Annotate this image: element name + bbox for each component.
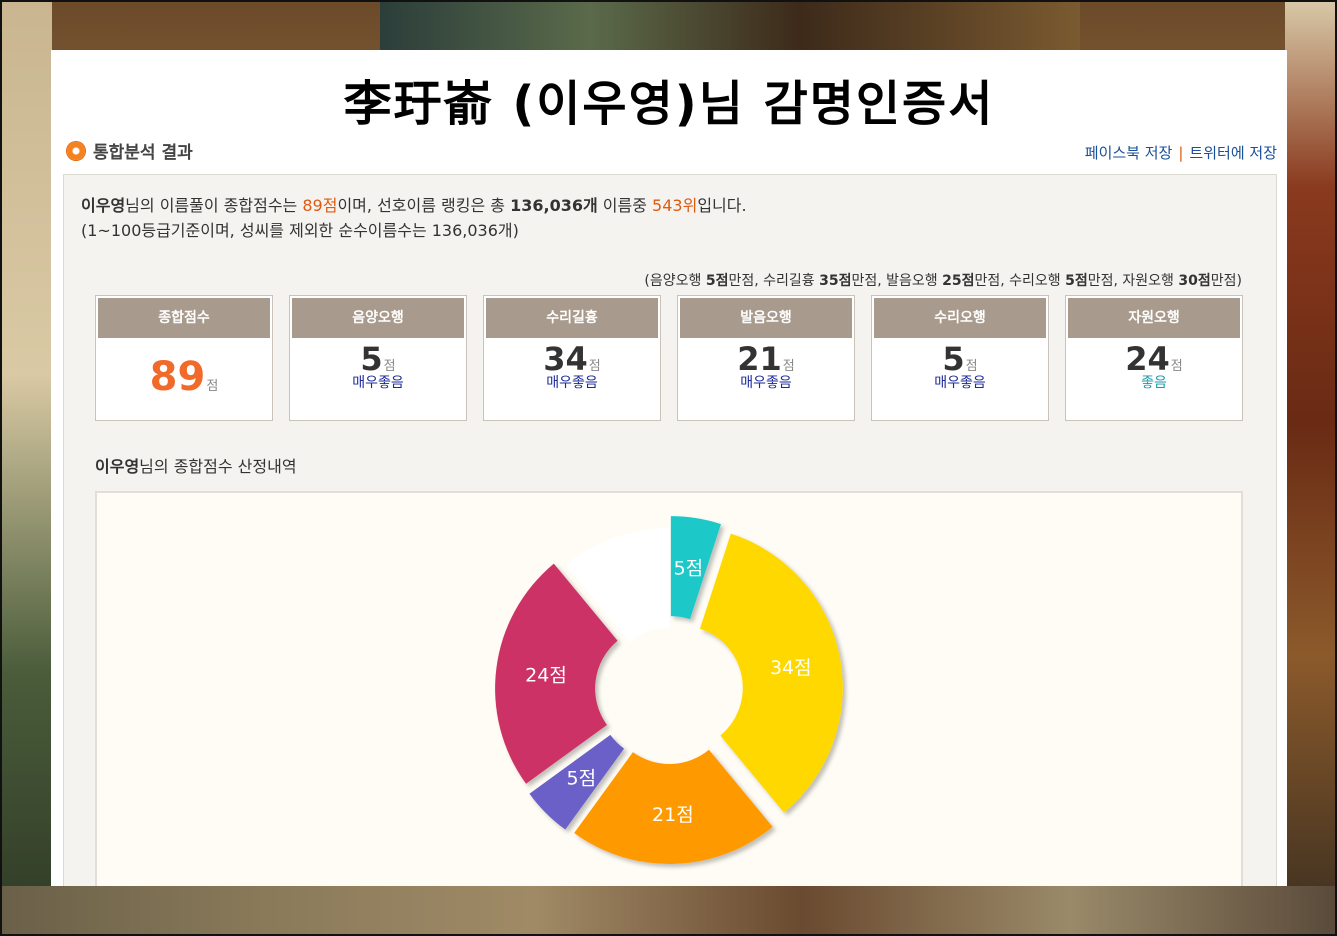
card-grade: 좋음	[1141, 375, 1167, 391]
note-part: 만점, 발음오행	[851, 273, 943, 289]
score-card-suri-ohaeng: 수리오행 5점 매우좋음	[871, 295, 1049, 421]
pie-slice-label-3: 21점	[652, 804, 694, 826]
calc-title: 이우영님의 종합점수 산정내역	[95, 453, 297, 477]
score-card-suri-gilhyung: 수리길흉 34점 매우좋음	[483, 295, 661, 421]
note-value: 5점	[1065, 273, 1088, 289]
note-part: 만점, 수리오행	[974, 273, 1066, 289]
share-links: 페이스북 저장 | 트위터에 저장	[1085, 142, 1277, 163]
calc-name: 이우영	[95, 457, 140, 476]
summary-name: 이우영	[81, 196, 126, 215]
note-part: 만점, 수리길흉	[728, 273, 820, 289]
score-card-total: 종합점수 89점	[95, 295, 273, 421]
card-label: 수리길흉	[486, 298, 658, 338]
card-label: 종합점수	[98, 298, 270, 338]
section-title: 통합분석 결과	[93, 143, 193, 163]
chart-container: 5점 34점 21점 5점 24점	[95, 491, 1243, 886]
bullet-icon	[67, 141, 85, 160]
summary-score: 89점	[302, 196, 338, 215]
note-part: 만점, 자원오행	[1087, 273, 1179, 289]
share-separator: |	[1178, 143, 1184, 162]
result-box: 이우영님의 이름풀이 종합점수는 89점이며, 선호이름 랭킹은 총 136,0…	[63, 174, 1277, 886]
background-left	[0, 0, 52, 936]
facebook-save-link[interactable]: 페이스북 저장	[1085, 142, 1173, 163]
note-value: 25점	[942, 273, 975, 289]
card-grade: 매우좋음	[740, 375, 792, 391]
note-value: 5점	[705, 273, 729, 289]
summary-note: (1~100등급기준이며, 성씨를 제외한 순수이름수는 136,036개)	[81, 221, 519, 240]
section-header: 통합분석 결과	[67, 138, 193, 163]
score-pie-chart: 5점 34점 21점 5점 24점	[495, 516, 843, 864]
pie-slice-label-4: 5점	[567, 768, 597, 790]
background-bottom	[0, 886, 1337, 936]
card-grade: 매우좋음	[934, 375, 986, 391]
twitter-save-link[interactable]: 트위터에 저장	[1189, 142, 1277, 163]
summary-total-names: 136,036개	[510, 196, 598, 215]
score-card-eumyang: 음양오행 5점 매우좋음	[289, 295, 467, 421]
background-right	[1285, 0, 1337, 936]
note-part: 만점)	[1210, 273, 1242, 289]
pie-slice-label-2: 34점	[770, 657, 812, 679]
note-value: 35점	[819, 273, 852, 289]
certificate-panel: 李玗嵛 (이우영)님 감명인증서 통합분석 결과 페이스북 저장 | 트위터에 …	[51, 50, 1287, 886]
summary-text-4: 입니다.	[697, 196, 747, 215]
card-label: 수리오행	[874, 298, 1046, 338]
pie-slice-label-1: 5점	[674, 558, 704, 580]
card-label: 음양오행	[292, 298, 464, 338]
card-score-value: 89	[149, 354, 206, 400]
calc-text: 님의 종합점수 산정내역	[139, 457, 297, 476]
card-score-unit: 점	[1170, 359, 1183, 374]
score-cards: 종합점수 89점 음양오행 5점 매우좋음 수리길흉 34점 매우좋음 발음오행…	[95, 295, 1243, 421]
background-top	[380, 0, 1080, 50]
card-label: 발음오행	[680, 298, 852, 338]
max-score-note: (음양오행 5점만점, 수리길흉 35점만점, 발음오행 25점만점, 수리오행…	[644, 270, 1242, 290]
card-label: 자원오행	[1068, 298, 1240, 338]
note-part: (음양오행	[644, 273, 706, 289]
summary-text: 이우영님의 이름풀이 종합점수는 89점이며, 선호이름 랭킹은 총 136,0…	[81, 193, 747, 243]
summary-text-2: 이며, 선호이름 랭킹은 총	[337, 196, 511, 215]
pie-slice-label-5: 24점	[525, 664, 567, 686]
card-score-unit: 점	[206, 379, 219, 394]
card-score: 89점	[96, 354, 272, 400]
card-grade: 매우좋음	[546, 375, 598, 391]
summary-text-1: 님의 이름풀이 종합점수는	[125, 196, 303, 215]
note-value: 30점	[1178, 273, 1211, 289]
page-title: 李玗嵛 (이우영)님 감명인증서	[343, 76, 995, 132]
card-grade: 매우좋음	[352, 375, 404, 391]
score-card-pronunciation: 발음오행 21점 매우좋음	[677, 295, 855, 421]
score-card-jawon: 자원오행 24점 좋음	[1065, 295, 1243, 421]
summary-text-3: 이름중	[597, 196, 653, 215]
summary-rank: 543위	[652, 196, 698, 215]
